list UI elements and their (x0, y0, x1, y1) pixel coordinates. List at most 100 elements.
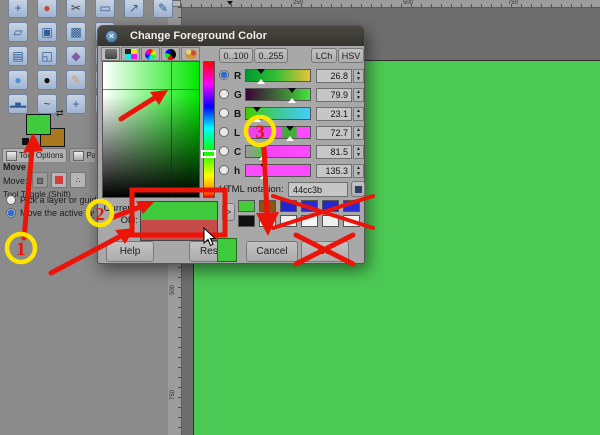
move-selection-mode-button[interactable] (51, 172, 67, 188)
value-b[interactable]: 23.1 (316, 107, 352, 121)
value-c[interactable]: 81.5 (316, 145, 352, 159)
radio-pick-layer[interactable] (6, 195, 16, 205)
smudge-tool-icon[interactable]: ✎ (66, 70, 86, 90)
history-color-swatch[interactable] (301, 215, 318, 227)
ink-tool-icon[interactable]: ● (37, 70, 57, 90)
v-ruler-label: 500 (170, 285, 176, 295)
html-notation-input[interactable]: 44cc3b (288, 182, 348, 197)
tab-palette-selector[interactable] (181, 47, 200, 61)
dialog-title: Change Foreground Color (130, 30, 267, 42)
spinner-h[interactable]: ▲▼ (353, 164, 364, 178)
scissors-tool-icon[interactable]: ✂ (66, 0, 86, 18)
pointer-tool-icon[interactable]: ↗ (124, 0, 144, 18)
radio-channel-g[interactable] (219, 89, 229, 99)
paths-tool-icon[interactable]: ✎ (153, 0, 173, 18)
history-prev-button[interactable]: > (222, 203, 235, 221)
transform-3d-tool-icon[interactable]: ▩ (66, 22, 86, 42)
color-history-row (238, 200, 360, 212)
color-history-row (238, 215, 360, 227)
radio-channel-c[interactable] (219, 146, 229, 156)
lch-button[interactable]: LCh (311, 48, 337, 63)
value-l[interactable]: 72.7 (316, 126, 352, 140)
history-color-swatch[interactable] (259, 200, 276, 212)
spinner-l[interactable]: ▲▼ (353, 126, 364, 140)
spinner-c[interactable]: ▲▼ (353, 145, 364, 159)
horizontal-ruler[interactable]: 250 500 750 (181, 0, 600, 8)
flip-tool-icon[interactable]: ▣ (37, 22, 57, 42)
slider-track-g[interactable] (245, 88, 311, 101)
history-color-swatch[interactable] (322, 200, 339, 212)
history-color-swatch[interactable] (259, 215, 276, 227)
history-color-swatch[interactable] (238, 200, 255, 212)
radio-channel-r[interactable] (219, 70, 229, 80)
blur-tool-icon[interactable]: ● (8, 70, 28, 90)
slider-track-c[interactable] (245, 145, 311, 158)
change-foreground-color-dialog: ✕ Change Foreground Color 0..100 0..255 … (97, 25, 365, 264)
old-color-label: Old: (100, 215, 138, 226)
value-h[interactable]: 135.3 (316, 164, 352, 178)
perspective-tool-icon[interactable]: ▱ (8, 22, 28, 42)
v-ruler-label: 750 (170, 390, 176, 400)
saturation-value-square[interactable] (102, 61, 200, 198)
foreground-color-swatch[interactable] (26, 114, 51, 135)
ok-button[interactable]: OK (301, 241, 349, 262)
close-icon[interactable]: ✕ (105, 30, 118, 43)
hue-strip[interactable] (203, 61, 215, 198)
levels-tool-icon[interactable]: ▂▅▂ (8, 94, 28, 114)
history-color-swatch[interactable] (238, 215, 255, 227)
dragged-color-swatch (217, 238, 237, 262)
radio-channel-l[interactable] (219, 127, 229, 137)
swap-colors-icon[interactable]: ⇄ (56, 108, 64, 119)
history-color-swatch[interactable] (301, 200, 318, 212)
warp-tool-icon[interactable]: ▤ (8, 46, 28, 66)
spinner-g[interactable]: ▲▼ (353, 88, 364, 102)
history-color-swatch[interactable] (280, 215, 297, 227)
radio-move-active-layer-label: Move the active layer (20, 208, 94, 218)
history-color-swatch[interactable] (322, 215, 339, 227)
h-ruler-label: 250 (293, 0, 303, 6)
slider-track-l[interactable] (245, 126, 311, 139)
slider-track-r[interactable] (245, 69, 311, 82)
crop-tool-icon[interactable]: ▭ (95, 0, 115, 18)
radio-channel-b[interactable] (219, 108, 229, 118)
align-tool-icon[interactable]: + (8, 0, 28, 18)
value-g[interactable]: 79.9 (316, 88, 352, 102)
color-ring-icon (145, 49, 156, 60)
curves-tool-icon[interactable]: ~ (37, 94, 57, 114)
history-color-swatch[interactable] (343, 200, 360, 212)
history-color-swatch[interactable] (343, 215, 360, 227)
spinner-b[interactable]: ▲▼ (353, 107, 364, 121)
move-layer-mode-button[interactable]: ▨ (32, 172, 48, 188)
value-r[interactable]: 26.8 (316, 69, 352, 83)
move-path-mode-button[interactable]: ∴ (70, 172, 86, 188)
html-notation-label: HTML notation: (219, 184, 284, 195)
hue-selector[interactable] (201, 150, 216, 158)
hsv-button[interactable]: HSV (338, 48, 364, 63)
move-tool-icon[interactable]: + (66, 94, 86, 114)
tab-watercolor-selector[interactable] (141, 47, 160, 61)
history-color-swatch[interactable] (280, 200, 297, 212)
cancel-button[interactable]: Cancel (246, 241, 298, 262)
slider-track-b[interactable] (245, 107, 311, 120)
tab-tool-options[interactable]: Tool Options (2, 148, 67, 162)
dialog-titlebar[interactable]: ✕ Change Foreground Color (98, 26, 364, 46)
spinner-r[interactable]: ▲▼ (353, 69, 364, 83)
slider-track-h[interactable] (245, 164, 311, 177)
cmyk-icon (125, 49, 137, 59)
radio-move-active-layer[interactable] (6, 208, 16, 218)
help-button[interactable]: Help (106, 241, 154, 262)
sv-crosshair-horizontal (103, 89, 199, 90)
radio-channel-h[interactable] (219, 165, 229, 175)
range-0-100-button[interactable]: 0..100 (219, 48, 253, 63)
color-picker-button[interactable] (351, 181, 365, 197)
tab-wheel-selector[interactable] (161, 47, 180, 61)
paint-dynamics-icon (73, 151, 84, 161)
move-mode-label: Move: (3, 176, 28, 186)
bucket-fill-tool-icon[interactable]: ◱ (37, 46, 57, 66)
shear-tool-icon[interactable]: ◆ (66, 46, 86, 66)
range-0-255-button[interactable]: 0..255 (254, 48, 288, 63)
tab-paint-dynamics[interactable]: Paint D (69, 148, 95, 162)
color-picker-tool-icon[interactable]: ● (37, 0, 57, 18)
tab-cmyk-selector[interactable] (121, 47, 140, 61)
tab-gimp-selector[interactable] (101, 47, 120, 61)
